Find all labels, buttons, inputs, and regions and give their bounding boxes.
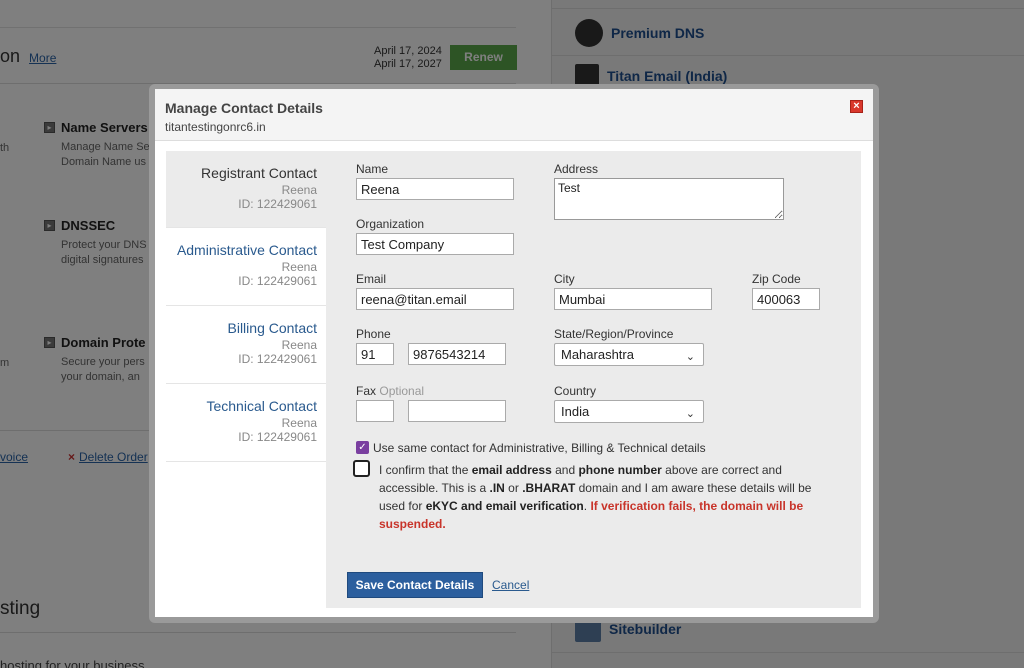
contact-tabs: Registrant Contact Reena ID: 122429061 A… <box>166 151 326 462</box>
state-selected-value: Maharashtra <box>561 347 634 362</box>
tab-contact-id: ID: 122429061 <box>238 197 317 211</box>
tab-contact-id: ID: 122429061 <box>238 352 317 366</box>
city-label: City <box>554 272 575 286</box>
close-icon[interactable]: × <box>850 100 863 113</box>
modal-header: Manage Contact Details titantestingonrc6… <box>155 89 873 141</box>
tab-technical-contact[interactable]: Technical Contact Reena ID: 122429061 <box>166 384 326 462</box>
country-select[interactable]: India ⌄ <box>554 400 704 423</box>
organization-label: Organization <box>356 217 425 231</box>
state-select[interactable]: Maharashtra ⌄ <box>554 343 704 366</box>
tab-label: Technical Contact <box>206 398 317 414</box>
tab-contact-name: Reena <box>281 260 317 274</box>
chevron-down-icon: ⌄ <box>685 408 695 420</box>
phone-country-code-input[interactable] <box>356 343 394 365</box>
email-label: Email <box>356 272 387 286</box>
tab-label: Registrant Contact <box>201 165 317 181</box>
tab-label: Administrative Contact <box>176 242 317 258</box>
country-selected-value: India <box>561 404 590 419</box>
domain-name: titantestingonrc6.in <box>165 120 266 134</box>
contact-form: Name Address Test Organization Email Cit… <box>326 151 861 608</box>
zip-input[interactable] <box>752 288 820 310</box>
tab-contact-id: ID: 122429061 <box>238 430 317 444</box>
fax-input[interactable] <box>408 400 506 422</box>
same-contact-checkbox[interactable]: ✓ <box>356 441 369 454</box>
tab-label: Billing Contact <box>227 320 318 336</box>
name-label: Name <box>356 162 389 176</box>
city-input[interactable] <box>554 288 712 310</box>
confirm-checkbox[interactable] <box>353 460 370 477</box>
phone-input[interactable] <box>408 343 506 365</box>
name-input[interactable] <box>356 178 514 200</box>
tab-registrant-contact[interactable]: Registrant Contact Reena ID: 122429061 <box>166 151 326 228</box>
cancel-link[interactable]: Cancel <box>492 578 529 592</box>
fax-label: Fax Optional <box>356 384 425 398</box>
tab-billing-contact[interactable]: Billing Contact Reena ID: 122429061 <box>166 306 326 384</box>
fax-optional-hint: Optional <box>379 384 425 398</box>
tab-contact-name: Reena <box>281 416 317 430</box>
organization-input[interactable] <box>356 233 514 255</box>
state-label: State/Region/Province <box>554 327 674 341</box>
tab-administrative-contact[interactable]: Administrative Contact Reena ID: 1224290… <box>166 228 326 306</box>
country-label: Country <box>554 384 597 398</box>
phone-label: Phone <box>356 327 391 341</box>
tab-contact-name: Reena <box>281 338 317 352</box>
confirm-text: I confirm that the email address and pho… <box>379 463 812 531</box>
save-contact-details-button[interactable]: Save Contact Details <box>347 572 483 598</box>
address-textarea[interactable]: Test <box>554 178 784 220</box>
fax-country-code-input[interactable] <box>356 400 394 422</box>
same-contact-label: Use same contact for Administrative, Bil… <box>373 441 706 455</box>
address-label: Address <box>554 162 599 176</box>
chevron-down-icon: ⌄ <box>685 351 695 363</box>
tab-contact-id: ID: 122429061 <box>238 274 317 288</box>
tab-contact-name: Reena <box>281 183 317 197</box>
zip-label: Zip Code <box>752 272 801 286</box>
manage-contact-modal: Manage Contact Details titantestingonrc6… <box>155 89 873 617</box>
modal-title: Manage Contact Details <box>165 100 323 116</box>
email-field[interactable] <box>356 288 514 310</box>
